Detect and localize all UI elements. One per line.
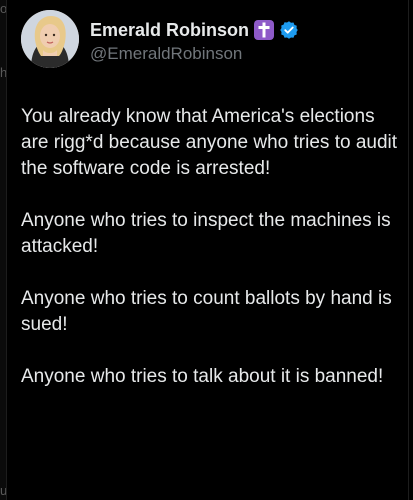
tweet-header: Emerald Robinson @EmeraldRobinson (21, 10, 400, 74)
author-handle[interactable]: @EmeraldRobinson (90, 44, 242, 64)
tweet-card[interactable]: Emerald Robinson @EmeraldRobinson You al… (6, 0, 409, 500)
latin-cross-emoji-icon (254, 20, 275, 40)
avatar-portrait-icon (21, 10, 79, 68)
avatar[interactable] (21, 10, 79, 68)
verified-check-icon[interactable] (279, 20, 299, 40)
tweet-paragraph: Anyone who tries to inspect the machines… (21, 210, 391, 257)
tweet-text: You already know that America's election… (21, 104, 403, 416)
author-name-row: Emerald Robinson (90, 19, 299, 41)
tweet-paragraph: Anyone who tries to count ballots by han… (21, 288, 392, 335)
tweet-paragraph: Anyone who tries to talk about it is ban… (21, 366, 384, 387)
tweet-paragraph: You already know that America's election… (21, 106, 398, 179)
display-name[interactable]: Emerald Robinson (90, 19, 249, 41)
